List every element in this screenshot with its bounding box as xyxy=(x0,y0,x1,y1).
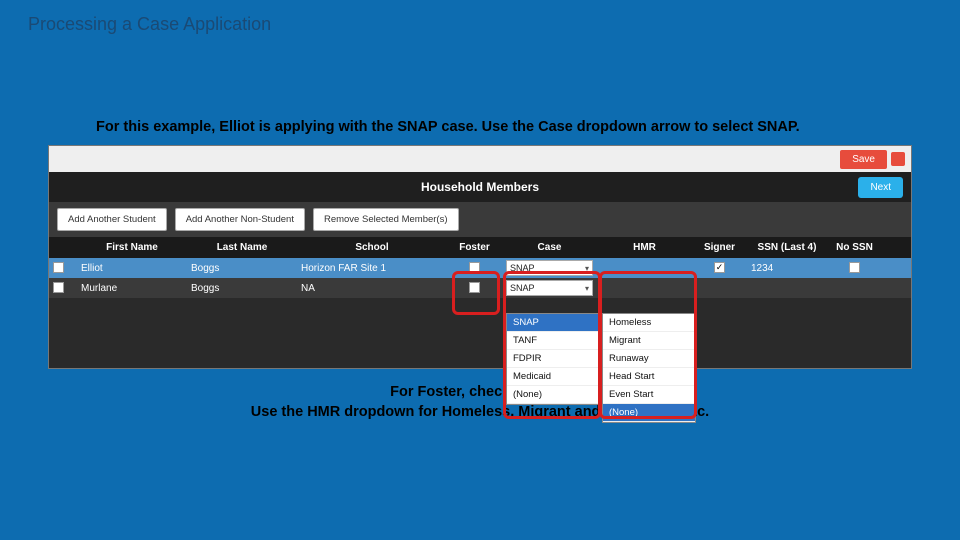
save-button[interactable]: Save xyxy=(840,150,887,169)
table-header-row: First Name Last Name School Foster Case … xyxy=(49,237,911,258)
col-nossn: No SSN xyxy=(827,237,882,258)
cell-school: Horizon FAR Site 1 xyxy=(297,261,447,276)
col-school: School xyxy=(297,237,447,258)
cell-first-name: Elliot xyxy=(77,261,187,276)
highlight-case xyxy=(503,271,601,419)
cell-ssn: 1234 xyxy=(747,261,827,276)
flag-icon[interactable] xyxy=(891,152,905,166)
add-nonstudent-button[interactable]: Add Another Non-Student xyxy=(175,208,305,231)
signer-checkbox[interactable] xyxy=(714,262,725,273)
section-title: Household Members xyxy=(49,180,911,194)
cell-last-name: Boggs xyxy=(187,261,297,276)
col-last-name: Last Name xyxy=(187,237,297,258)
cell-last-name: Boggs xyxy=(187,281,297,296)
col-hmr: HMR xyxy=(597,237,692,258)
cell-first-name: Murlane xyxy=(77,281,187,296)
instruction-bottom-line1: For Foster, check the box. xyxy=(40,383,920,403)
app-container: Save Household Members Next Add Another … xyxy=(48,145,912,369)
action-button-row: Add Another Student Add Another Non-Stud… xyxy=(49,202,911,237)
members-table: First Name Last Name School Foster Case … xyxy=(49,237,911,368)
remove-selected-button[interactable]: Remove Selected Member(s) xyxy=(313,208,459,231)
add-student-button[interactable]: Add Another Student xyxy=(57,208,167,231)
slide-title: Processing a Case Application xyxy=(0,0,960,35)
row-checkbox[interactable] xyxy=(53,282,64,293)
col-signer: Signer xyxy=(692,237,747,258)
nossn-checkbox[interactable] xyxy=(849,262,860,273)
cell-school: NA xyxy=(297,281,447,296)
col-case: Case xyxy=(502,237,597,258)
col-first-name: First Name xyxy=(77,237,187,258)
highlight-hmr xyxy=(599,271,697,419)
instruction-bottom-line2: Use the HMR dropdown for Homeless, Migra… xyxy=(40,403,920,423)
row-checkbox[interactable] xyxy=(53,262,64,273)
instruction-bottom: For Foster, check the box. Use the HMR d… xyxy=(0,369,960,422)
top-bar: Save xyxy=(49,146,911,172)
col-ssn: SSN (Last 4) xyxy=(747,237,827,258)
section-header: Household Members Next xyxy=(49,172,911,202)
next-button[interactable]: Next xyxy=(858,177,903,198)
col-foster: Foster xyxy=(447,237,502,258)
instruction-top: For this example, Elliot is applying wit… xyxy=(0,35,960,145)
highlight-foster xyxy=(452,271,500,315)
